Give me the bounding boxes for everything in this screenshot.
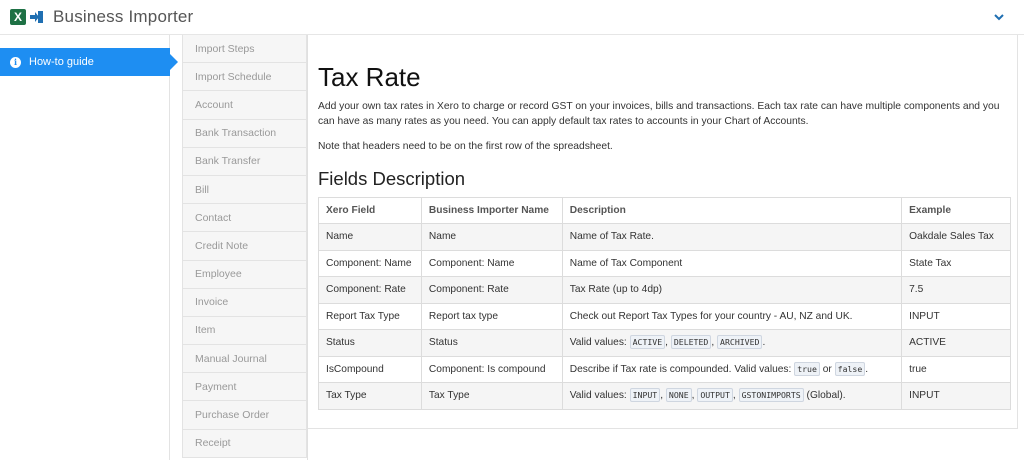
subnav-item[interactable]: Purchase Order [182, 401, 307, 430]
value-code: GSTONIMPORTS [738, 388, 804, 403]
value-code: OUTPUT [697, 388, 733, 403]
excel-logo-icon: X [10, 9, 26, 25]
description-cell: Valid values: ACTIVE, DELETED, ARCHIVED. [561, 329, 903, 357]
nav-item-how-to-guide[interactable]: i How-to guide [0, 48, 178, 76]
xero-field-cell: Name [318, 223, 422, 251]
description-cell: Valid values: INPUT, NONE, OUTPUT, GSTON… [561, 382, 903, 410]
value-code: true [794, 361, 820, 376]
column-header: Example [901, 197, 1011, 224]
value-code: NONE [665, 388, 692, 403]
value-code: ARCHIVED [717, 335, 763, 350]
description-text: Tax Rate (up to 4dp) [569, 284, 663, 296]
fields-heading: Fields Description [318, 168, 466, 189]
importer-name-cell: Component: Rate [420, 276, 563, 304]
table-row: IsCompound Component: Is compound Describe… [318, 355, 1011, 383]
app-title: Business Importer [53, 7, 194, 26]
description-text: , [665, 337, 671, 349]
importer-name-cell: Component: Is compound [420, 355, 563, 383]
column-header: Xero Field [318, 197, 422, 224]
value-code: ACTIVE [629, 335, 666, 350]
subnav-item[interactable]: Item [182, 316, 307, 346]
import-arrow-icon [30, 11, 43, 23]
importer-name-cell: Status [420, 329, 563, 357]
subnav-item[interactable]: Bill [182, 175, 307, 205]
description-cell: Describe if Tax rate is compounded. Vali… [561, 355, 903, 383]
table-row: Component: Name Component: Name Name of Ta… [318, 249, 1011, 277]
table-row: Component: Rate Component: Rate Tax Rate (… [318, 276, 1011, 304]
top-bar: X Business Importer [0, 0, 1024, 35]
description-text: . [865, 363, 869, 375]
xero-field-cell: Report Tax Type [318, 302, 422, 330]
intro-paragraph: Add your own tax rates in Xero to charge… [318, 101, 1000, 127]
column-header: Description [561, 197, 903, 224]
description-text: , [732, 390, 739, 402]
example-cell: true [901, 355, 1011, 383]
value-code: DELETED [670, 335, 712, 350]
description-cell: Check out Report Tax Types for your coun… [561, 302, 903, 330]
subnav-item[interactable]: Receipt [182, 429, 307, 458]
importer-name-cell: Component: Name [420, 249, 563, 277]
description-text: or [819, 363, 835, 375]
nav-item-label: How-to guide [29, 56, 94, 68]
subnav-item[interactable]: Import Steps [182, 35, 307, 64]
importer-name-cell: Report tax type [420, 302, 563, 330]
importer-name-cell: Tax Type [420, 382, 563, 410]
description-text: Valid values: [569, 337, 630, 349]
table-row: Status Status Valid values: ACTIVE, DELETE… [318, 329, 1011, 357]
subnav-item[interactable]: Contact [182, 204, 307, 233]
example-cell: INPUT [901, 382, 1011, 410]
value-code: INPUT [629, 388, 661, 403]
description-text: Name of Tax Component [569, 257, 683, 269]
xero-field-cell: IsCompound [318, 355, 422, 383]
subnav-item[interactable]: Account [182, 91, 307, 120]
description-cell: Name of Tax Rate. [561, 223, 903, 251]
importer-name-cell: Name [420, 223, 563, 251]
subnav-item[interactable]: Import Schedule [182, 63, 307, 92]
xero-field-cell: Status [318, 329, 422, 357]
example-cell: ACTIVE [901, 329, 1011, 357]
table-row: Report Tax Type Report tax type Check out … [318, 302, 1011, 330]
description-text: Check out Report Tax Types for your coun… [569, 310, 853, 322]
example-cell: 7.5 [901, 276, 1011, 304]
value-code: false [834, 361, 866, 376]
example-cell: INPUT [901, 302, 1011, 330]
table-row: Tax Type Tax Type Valid values: INPUT, NON… [318, 382, 1011, 410]
page-title: Tax Rate [318, 62, 421, 92]
left-nav: i How-to guide [0, 35, 178, 460]
headers-note: Note that headers need to be on the firs… [318, 141, 613, 152]
description-text: (Global). [803, 390, 846, 402]
xero-field-cell: Component: Rate [318, 276, 422, 304]
main-content: Tax Rate Add your own tax rates in Xero … [308, 35, 1018, 429]
fields-table: Xero Field Business Importer Name Descri… [318, 197, 1011, 410]
description-cell: Tax Rate (up to 4dp) [561, 276, 903, 304]
description-text: . [762, 337, 766, 349]
example-cell: Oakdale Sales Tax [901, 223, 1011, 251]
brand[interactable]: X Business Importer [10, 6, 193, 28]
info-icon: i [10, 56, 21, 68]
description-cell: Name of Tax Component [561, 249, 903, 277]
subnav-item[interactable]: Bank Transaction [182, 119, 307, 148]
subnav-item[interactable]: Payment [182, 373, 307, 402]
subnav-item[interactable]: Manual Journal [182, 345, 307, 374]
example-cell: State Tax [901, 249, 1011, 277]
subnav-item[interactable]: Bank Transfer [182, 147, 307, 176]
description-text: Describe if Tax rate is compounded. Vali… [569, 363, 795, 375]
subnav-item[interactable]: Invoice [182, 288, 307, 317]
column-header: Business Importer Name [420, 197, 563, 224]
table-header-row: Xero Field Business Importer Name Descri… [318, 197, 1011, 224]
description-text: Name of Tax Rate. [569, 231, 654, 243]
subnav-item[interactable]: Credit Note [182, 232, 307, 261]
chevron-down-icon[interactable] [992, 10, 1006, 24]
guide-sections-nav: Import Steps Import Schedule Account Bank T… [182, 35, 308, 460]
description-text: Valid values: [569, 390, 630, 402]
subnav-item[interactable]: Employee [182, 260, 307, 289]
table-row: Name Name Name of Tax Rate. Oakdale Sales T… [318, 223, 1011, 251]
xero-field-cell: Component: Name [318, 249, 422, 277]
xero-field-cell: Tax Type [318, 382, 422, 410]
